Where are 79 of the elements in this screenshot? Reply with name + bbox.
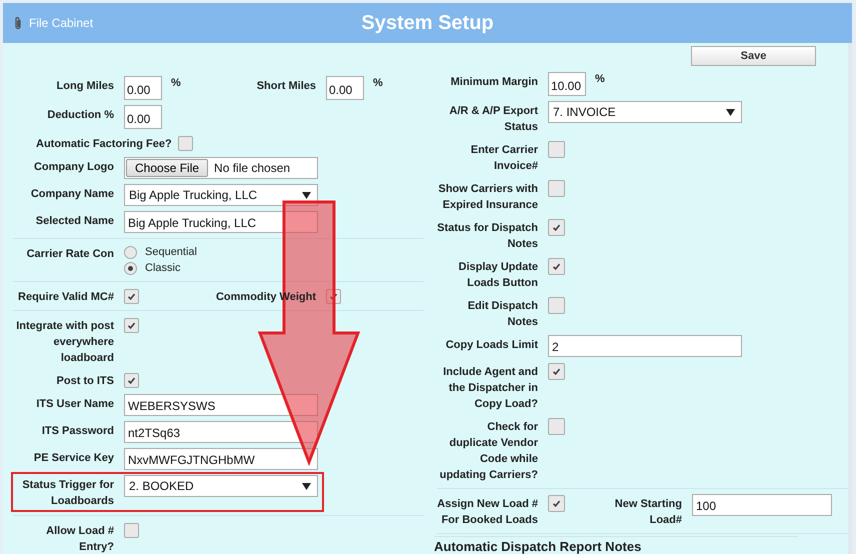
checkbox[interactable] — [548, 180, 565, 197]
field-label: Status Trigger for Loadboards — [21, 478, 114, 509]
checkbox[interactable] — [548, 141, 565, 158]
checkbox[interactable] — [548, 297, 565, 314]
text-field[interactable]: WEBERSYSWS — [124, 394, 318, 416]
field-label: Long Miles — [56, 79, 114, 94]
field-label: Edit Dispatch Notes — [466, 299, 538, 330]
check-icon — [552, 367, 561, 376]
field-label: Post to ITS — [56, 374, 114, 389]
field-label: Company Logo — [32, 160, 114, 175]
field-label: ITS Password — [40, 424, 114, 439]
checkbox[interactable] — [124, 289, 139, 304]
dropdown[interactable]: 2. BOOKED — [124, 475, 318, 497]
checkbox[interactable] — [548, 418, 565, 435]
check-icon — [127, 292, 136, 301]
check-icon — [127, 376, 136, 385]
page-title: System Setup — [361, 12, 494, 34]
section-heading: Automatic Dispatch Report Notes — [434, 540, 642, 554]
number-field[interactable]: 10.00 — [548, 72, 586, 96]
field-label: Allow Load # Entry? — [45, 524, 114, 554]
field-label: Integrate with post everywhere loadboard — [15, 319, 114, 366]
text-field[interactable]: Big Apple Trucking, LLC — [124, 211, 318, 233]
field-label: Require Valid MC# — [17, 290, 114, 305]
field-label: Assign New Load # For Booked Loads — [437, 497, 538, 528]
checkbox[interactable] — [326, 289, 341, 304]
checkbox[interactable] — [124, 523, 139, 538]
percent-sign: % — [595, 72, 605, 85]
field-label: Include Agent and the Dispatcher in Copy Load? — [442, 365, 538, 412]
radio-label: Sequential — [145, 246, 197, 258]
field-label: Company Name — [30, 187, 114, 202]
check-icon — [329, 292, 338, 301]
caret-icon — [302, 192, 311, 198]
check-icon — [552, 262, 561, 271]
field-label: Show Carriers with Expired Insurance — [437, 182, 538, 213]
save-button[interactable]: Save — [691, 46, 816, 66]
checkbox[interactable] — [548, 363, 565, 380]
field-label: Enter Carrier Invoice# — [470, 143, 538, 174]
field-label: Copy Loads Limit — [444, 338, 538, 353]
text-field[interactable]: 2 — [548, 335, 742, 357]
caret-icon — [302, 482, 311, 490]
text-field[interactable]: NxvMWFGJTNGHbMW — [124, 448, 318, 470]
dropdown[interactable]: 7. INVOICE — [548, 101, 742, 123]
radio-button[interactable] — [124, 262, 137, 274]
check-icon — [552, 223, 561, 232]
field-label: Status for Dispatch Notes — [437, 221, 538, 252]
radio-label: Classic — [145, 262, 180, 274]
percent-sign: % — [171, 76, 181, 89]
text-field[interactable]: nt2TSq63 — [124, 421, 318, 443]
checkbox[interactable] — [548, 258, 565, 275]
field-label: Display Update Loads Button — [458, 260, 538, 291]
checkbox[interactable] — [548, 219, 565, 236]
radio-button[interactable] — [124, 246, 137, 258]
checkbox[interactable] — [124, 318, 139, 333]
field-label: A/R & A/P Export Status — [448, 104, 538, 135]
caret-icon — [726, 108, 735, 116]
number-field[interactable]: 0.00 — [124, 76, 162, 100]
number-field[interactable]: 0.00 — [124, 105, 162, 129]
text-field[interactable]: 100 — [692, 494, 832, 516]
number-field[interactable]: 0.00 — [326, 76, 364, 100]
field-label: Selected Name — [34, 214, 114, 229]
field-label: Carrier Rate Con — [26, 247, 114, 262]
checkbox[interactable] — [178, 136, 193, 151]
field-label: Deduction % — [46, 108, 114, 123]
field-label: Minimum Margin — [450, 75, 538, 90]
field-label: Automatic Factoring Fee? — [36, 137, 172, 152]
dropdown[interactable]: Big Apple Trucking, LLC — [124, 184, 318, 206]
file-status: No file chosen — [214, 161, 290, 175]
checkbox[interactable] — [124, 373, 139, 388]
check-icon — [127, 321, 136, 330]
field-label: Check for duplicate Vendor Code while updating Carriers? — [438, 420, 538, 483]
field-label: PE Service Key — [32, 451, 114, 466]
field-label: New Starting Load# — [614, 497, 682, 528]
percent-sign: % — [373, 76, 383, 89]
check-icon — [552, 499, 561, 508]
paperclip-icon — [13, 16, 23, 30]
field-label: ITS User Name — [35, 397, 114, 412]
checkbox[interactable] — [548, 495, 565, 512]
field-label: Short Miles — [256, 79, 316, 94]
choose-file-button[interactable]: Choose File — [126, 159, 208, 177]
